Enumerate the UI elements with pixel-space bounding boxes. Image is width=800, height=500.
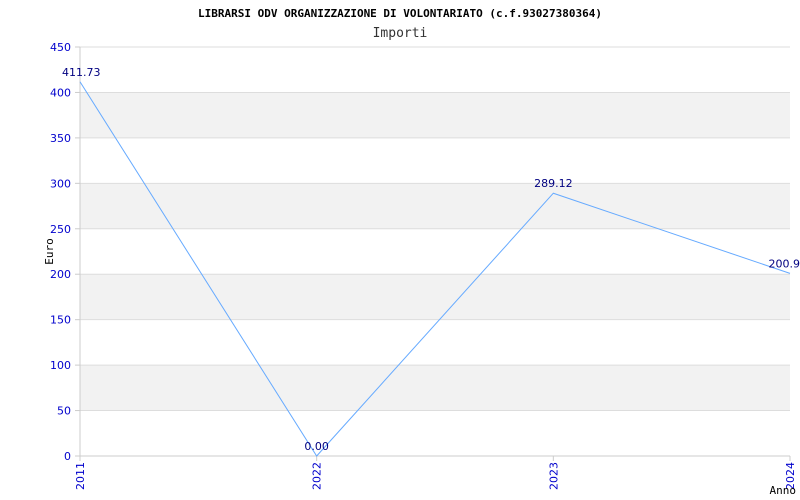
chart-subtitle: Importi (373, 26, 428, 41)
y-tick-label: 200 (50, 268, 71, 281)
grid-band (80, 92, 790, 138)
y-tick-label: 400 (50, 86, 71, 99)
data-label: 200.9 (769, 257, 800, 270)
x-axis-label: Anno (770, 484, 797, 497)
x-tick-labels: 2011 2022 2023 2024 (74, 462, 797, 490)
data-label: 289.12 (534, 177, 573, 190)
grid-band (80, 365, 790, 411)
grid-band (80, 183, 790, 229)
x-tick-label: 2011 (74, 462, 87, 490)
y-tick-label: 250 (50, 223, 71, 236)
data-label: 411.73 (62, 66, 101, 79)
y-tick-label: 300 (50, 177, 71, 190)
y-axis-label: Euro (43, 238, 56, 265)
x-tick-label: 2022 (311, 462, 324, 490)
data-label: 0.00 (304, 440, 329, 453)
chart-title: LIBRARSI ODV ORGANIZZAZIONE DI VOLONTARI… (198, 7, 602, 20)
y-tick-label: 150 (50, 314, 71, 327)
y-tick-label: 450 (50, 41, 71, 54)
y-tick-label: 100 (50, 359, 71, 372)
line-chart: LIBRARSI ODV ORGANIZZAZIONE DI VOLONTARI… (43, 7, 800, 497)
y-tick-label: 0 (64, 450, 71, 463)
grid-band (80, 274, 790, 320)
y-tick-label: 50 (57, 405, 71, 418)
y-tick-label: 350 (50, 132, 71, 145)
grid-bands (80, 92, 790, 411)
x-tick-label: 2023 (547, 462, 560, 490)
